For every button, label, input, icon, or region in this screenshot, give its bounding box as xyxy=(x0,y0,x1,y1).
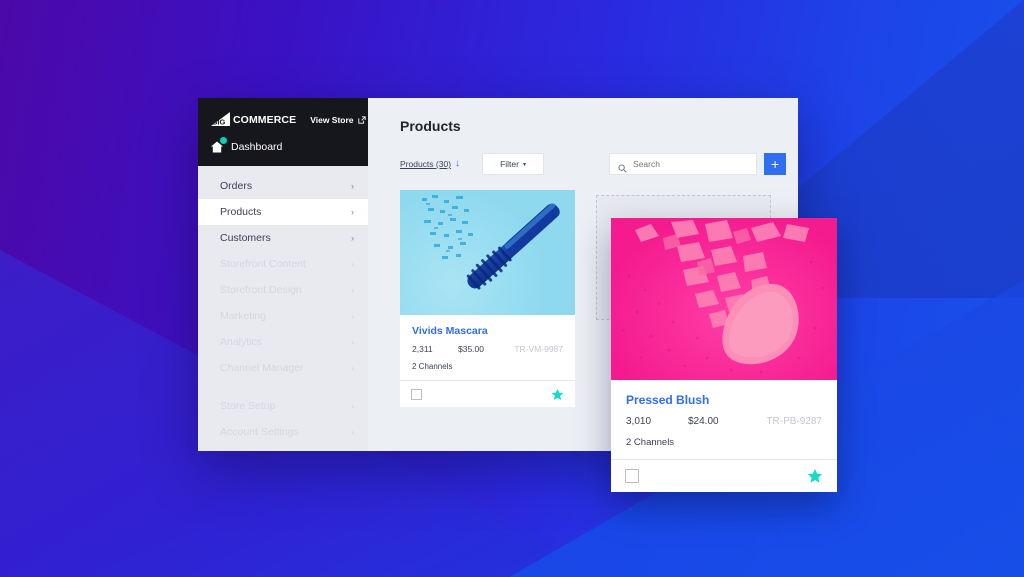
product-price: $24.00 xyxy=(688,416,719,427)
product-channels: 2 Channels xyxy=(626,437,675,448)
view-store-link[interactable]: View Store xyxy=(310,114,366,125)
product-select-checkbox[interactable] xyxy=(625,469,639,483)
dragged-product-card[interactable]: Pressed Blush 3,010 $24.00 TR-PB-9287 2 … xyxy=(611,218,837,492)
chevron-right-icon: › xyxy=(351,207,354,217)
chevron-right-icon: › xyxy=(351,181,354,191)
mascara-photo xyxy=(400,190,575,315)
search-box[interactable] xyxy=(609,153,758,175)
filter-button[interactable]: Filter ▾ xyxy=(482,153,545,175)
product-card-body: Vivids Mascara 2,311 $35.00 TR-VM-9987 2… xyxy=(400,315,575,380)
sidebar-item-channel-manager[interactable]: Channel Manager › xyxy=(198,355,368,381)
sidebar: BIG COMMERCE View Store Dashboard Orders… xyxy=(198,98,368,451)
sidebar-item-orders[interactable]: Orders › xyxy=(198,173,368,199)
sort-direction-icon[interactable]: ↓ xyxy=(455,159,460,169)
external-link-icon xyxy=(357,115,366,124)
page-title: Products xyxy=(400,118,461,134)
chevron-right-icon: › xyxy=(351,363,354,373)
sidebar-item-account-settings[interactable]: Account Settings › xyxy=(198,419,368,445)
product-channels: 2 Channels xyxy=(412,362,453,371)
product-quantity: 3,010 xyxy=(626,416,652,427)
chevron-right-icon: › xyxy=(351,311,354,321)
chevron-right-icon: › xyxy=(351,401,354,411)
sidebar-item-customers[interactable]: Customers › xyxy=(198,225,368,251)
product-meta: 3,010 $24.00 TR-PB-9287 xyxy=(626,416,822,427)
sidebar-item-store-setup[interactable]: Store Setup › xyxy=(198,393,368,419)
product-sku: TR-PB-9287 xyxy=(766,416,822,427)
search-icon xyxy=(618,160,627,173)
dashboard-label: Dashboard xyxy=(231,141,283,153)
notification-badge xyxy=(220,137,227,144)
brand-row: BIG COMMERCE View Store xyxy=(210,112,366,127)
sidebar-item-storefront-content[interactable]: Storefront Content › xyxy=(198,251,368,277)
product-image xyxy=(400,190,575,315)
sidebar-item-label: Channel Manager xyxy=(220,362,304,374)
chevron-right-icon: › xyxy=(351,337,354,347)
product-name[interactable]: Vivids Mascara xyxy=(412,325,563,337)
home-icon xyxy=(210,137,227,154)
toolbar: Products (30) ↓ Filter ▾ + xyxy=(368,153,798,175)
view-store-label: View Store xyxy=(310,114,354,125)
add-product-button[interactable]: + xyxy=(764,153,787,175)
chevron-down-icon: ▾ xyxy=(522,161,526,168)
sidebar-nav-divider xyxy=(198,381,368,393)
sidebar-item-label: Analytics xyxy=(220,336,263,348)
chevron-right-icon: › xyxy=(351,427,354,437)
product-image xyxy=(611,218,837,380)
sidebar-item-dashboard[interactable]: Dashboard xyxy=(210,137,356,154)
chevron-right-icon: › xyxy=(351,259,354,269)
sidebar-item-products[interactable]: Products › xyxy=(198,199,368,225)
sidebar-item-label: Orders xyxy=(220,180,253,192)
sidebar-header: BIG COMMERCE View Store Dashboard xyxy=(198,98,368,166)
sidebar-item-label: Products xyxy=(220,206,262,218)
chevron-right-icon: › xyxy=(351,285,354,295)
sidebar-item-label: Customers xyxy=(220,232,271,244)
product-card-body: Pressed Blush 3,010 $24.00 TR-PB-9287 2 … xyxy=(611,380,837,459)
sidebar-item-label: Account Settings xyxy=(220,426,299,438)
product-select-checkbox[interactable] xyxy=(411,388,422,400)
filter-label: Filter xyxy=(500,159,519,169)
blush-photo xyxy=(611,218,837,380)
favorite-star-icon[interactable] xyxy=(551,388,564,401)
favorite-star-icon[interactable] xyxy=(807,468,823,484)
sidebar-item-storefront-design[interactable]: Storefront Design › xyxy=(198,277,368,303)
sidebar-item-label: Store Setup xyxy=(220,400,276,412)
sidebar-nav: Orders › Products › Customers › Storefront Con… xyxy=(198,166,368,445)
product-card[interactable]: Vivids Mascara 2,311 $35.00 TR-VM-9987 2… xyxy=(400,190,575,407)
search-area: + xyxy=(609,153,787,175)
product-card-footer xyxy=(611,459,837,492)
chevron-right-icon: › xyxy=(351,233,354,243)
sidebar-item-marketing[interactable]: Marketing › xyxy=(198,303,368,329)
product-price: $35.00 xyxy=(458,344,484,354)
product-sku: TR-VM-9987 xyxy=(514,344,563,354)
bigcommerce-logo[interactable]: BIG COMMERCE xyxy=(210,112,296,127)
product-meta: 2,311 $35.00 TR-VM-9987 xyxy=(412,344,563,354)
product-quantity: 2,311 xyxy=(412,344,433,354)
search-input[interactable] xyxy=(633,159,749,169)
sidebar-item-label: Storefront Content xyxy=(220,258,306,270)
product-count-sort-link[interactable]: Products (30) xyxy=(400,159,451,169)
sidebar-item-label: Marketing xyxy=(220,310,267,322)
logo-mark-text: BIG xyxy=(212,118,226,127)
sidebar-item-label: Storefront Design xyxy=(220,284,302,296)
product-card-footer xyxy=(400,380,575,407)
logo-wordmark: COMMERCE xyxy=(233,113,297,126)
sidebar-item-analytics[interactable]: Analytics › xyxy=(198,329,368,355)
bigcommerce-flag-icon: BIG xyxy=(210,112,232,127)
product-name[interactable]: Pressed Blush xyxy=(626,393,822,407)
